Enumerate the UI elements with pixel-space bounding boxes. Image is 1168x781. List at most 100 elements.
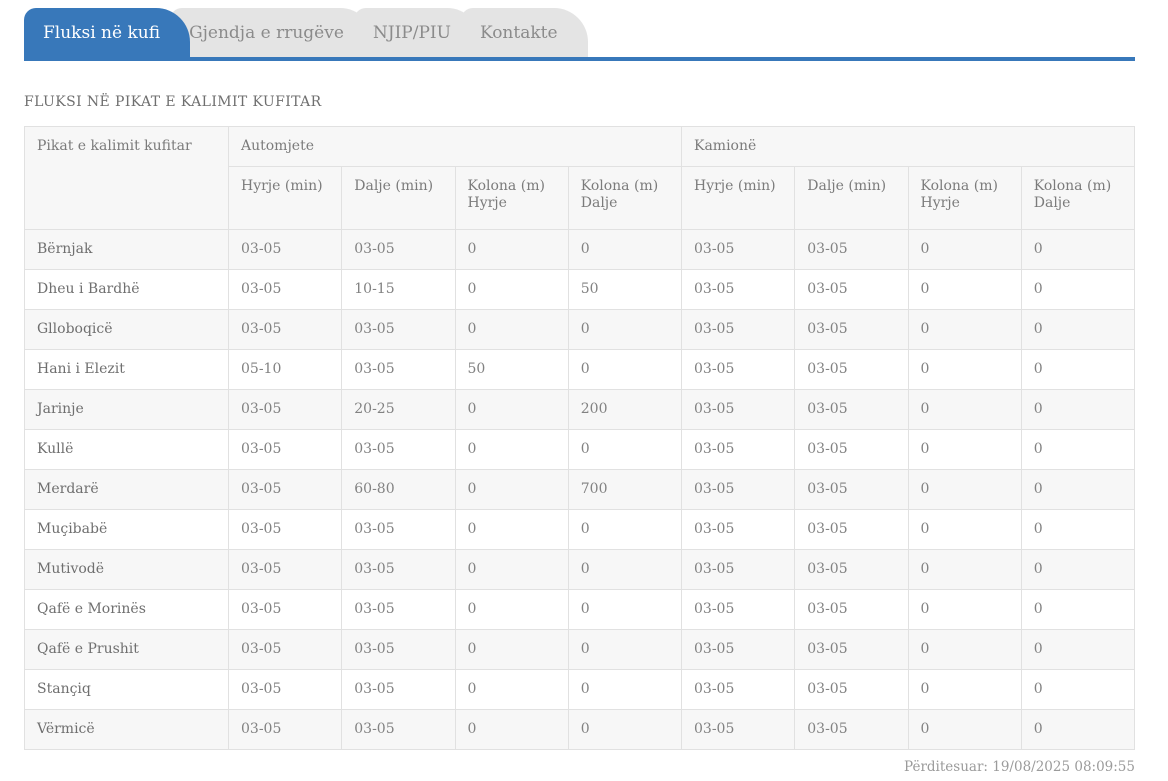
crossing-name: Glloboqicë bbox=[24, 309, 229, 350]
table-row: Stançiq 03-05 03-05 0 0 03-05 03-05 0 0 bbox=[24, 669, 1136, 710]
value-cell: 0 bbox=[1020, 229, 1136, 270]
value-cell: 0 bbox=[567, 229, 683, 270]
value-cell: 03-05 bbox=[680, 389, 796, 430]
subheader-automjete-kolona-hyrje: Kolona (m) Hyrje bbox=[454, 166, 569, 230]
value-cell: 03-05 bbox=[341, 509, 456, 550]
value-cell: 0 bbox=[1020, 509, 1136, 550]
value-cell: 0 bbox=[454, 469, 569, 510]
value-cell: 03-05 bbox=[341, 229, 456, 270]
value-cell: 03-05 bbox=[227, 469, 343, 510]
value-cell: 0 bbox=[1020, 589, 1136, 630]
value-cell: 200 bbox=[567, 389, 683, 430]
value-cell: 0 bbox=[907, 269, 1022, 310]
value-cell: 03-05 bbox=[227, 589, 343, 630]
value-cell: 10-15 bbox=[341, 269, 456, 310]
value-cell: 0 bbox=[567, 669, 683, 710]
tab-fluksi-ne-kufi[interactable]: Fluksi në kufi bbox=[24, 8, 191, 57]
page-title: FLUKSI NË PIKAT E KALIMIT KUFITAR bbox=[24, 94, 322, 110]
value-cell: 0 bbox=[907, 389, 1022, 430]
value-cell: 0 bbox=[1020, 549, 1136, 590]
crossing-name: Hani i Elezit bbox=[24, 349, 229, 390]
value-cell: 0 bbox=[454, 629, 569, 670]
group-header-automjete: Automjete bbox=[228, 126, 682, 167]
value-cell: 05-10 bbox=[227, 349, 343, 390]
value-cell: 0 bbox=[1020, 389, 1136, 430]
value-cell: 0 bbox=[1020, 309, 1136, 350]
value-cell: 0 bbox=[567, 549, 683, 590]
value-cell: 03-05 bbox=[680, 229, 796, 270]
value-cell: 0 bbox=[567, 589, 683, 630]
value-cell: 03-05 bbox=[227, 309, 343, 350]
value-cell: 0 bbox=[907, 549, 1022, 590]
value-cell: 0 bbox=[567, 429, 683, 470]
group-header-kamione: Kamionë bbox=[681, 126, 1135, 167]
value-cell: 03-05 bbox=[227, 509, 343, 550]
value-cell: 03-05 bbox=[341, 309, 456, 350]
subheader-automjete-hyrje-min: Hyrje (min) bbox=[227, 166, 343, 230]
value-cell: 50 bbox=[567, 269, 683, 310]
value-cell: 03-05 bbox=[794, 469, 909, 510]
value-cell: 0 bbox=[907, 669, 1022, 710]
value-cell: 0 bbox=[567, 309, 683, 350]
value-cell: 0 bbox=[907, 709, 1022, 750]
table-header: Pikat e kalimit kufitar Automjete Kamion… bbox=[24, 126, 1136, 230]
value-cell: 0 bbox=[454, 269, 569, 310]
value-cell: 03-05 bbox=[680, 349, 796, 390]
value-cell: 03-05 bbox=[680, 589, 796, 630]
value-cell: 03-05 bbox=[227, 269, 343, 310]
table-row: Dheu i Bardhë 03-05 10-15 0 50 03-05 03-05 0 0 bbox=[24, 269, 1136, 310]
value-cell: 50 bbox=[454, 349, 569, 390]
table-row: Vërmicë 03-05 03-05 0 0 03-05 03-05 0 0 bbox=[24, 709, 1136, 750]
value-cell: 0 bbox=[1020, 269, 1136, 310]
value-cell: 03-05 bbox=[794, 309, 909, 350]
subheader-kamione-kolona-dalje: Kolona (m) Dalje bbox=[1020, 166, 1136, 230]
value-cell: 0 bbox=[454, 709, 569, 750]
value-cell: 0 bbox=[454, 389, 569, 430]
subheader-kamione-hyrje-min: Hyrje (min) bbox=[680, 166, 796, 230]
value-cell: 03-05 bbox=[227, 389, 343, 430]
value-cell: 0 bbox=[907, 429, 1022, 470]
table-row: Jarinje 03-05 20-25 0 200 03-05 03-05 0 0 bbox=[24, 389, 1136, 430]
subheader-automjete-dalje-min: Dalje (min) bbox=[341, 166, 456, 230]
value-cell: 0 bbox=[454, 309, 569, 350]
crossing-name: Merdarë bbox=[24, 469, 229, 510]
value-cell: 03-05 bbox=[680, 469, 796, 510]
content-area: Fluksi në kufi Gjendja e rrugëve NJIP/PI… bbox=[24, 8, 1136, 775]
value-cell: 03-05 bbox=[227, 709, 343, 750]
table-row: Glloboqicë 03-05 03-05 0 0 03-05 03-05 0 0 bbox=[24, 309, 1136, 350]
crossing-name: Muçibabë bbox=[24, 509, 229, 550]
value-cell: 03-05 bbox=[794, 269, 909, 310]
value-cell: 03-05 bbox=[794, 669, 909, 710]
value-cell: 0 bbox=[1020, 349, 1136, 390]
value-cell: 0 bbox=[907, 509, 1022, 550]
last-updated-timestamp: Përditesuar: 19/08/2025 08:09:55 bbox=[904, 759, 1135, 775]
value-cell: 700 bbox=[567, 469, 683, 510]
value-cell: 03-05 bbox=[680, 669, 796, 710]
value-cell: 0 bbox=[907, 229, 1022, 270]
value-cell: 60-80 bbox=[341, 469, 456, 510]
value-cell: 03-05 bbox=[680, 429, 796, 470]
value-cell: 03-05 bbox=[680, 269, 796, 310]
value-cell: 03-05 bbox=[341, 709, 456, 750]
value-cell: 0 bbox=[567, 629, 683, 670]
tab-gjendja-e-rrugeve[interactable]: Gjendja e rrugëve bbox=[170, 8, 374, 57]
crossing-name: Mutivodë bbox=[24, 549, 229, 590]
value-cell: 03-05 bbox=[794, 709, 909, 750]
tab-bar: Fluksi në kufi Gjendja e rrugëve NJIP/PI… bbox=[24, 8, 1135, 57]
crossing-name: Qafë e Morinës bbox=[24, 589, 229, 630]
value-cell: 0 bbox=[1020, 669, 1136, 710]
value-cell: 0 bbox=[907, 469, 1022, 510]
value-cell: 03-05 bbox=[227, 229, 343, 270]
table-row: Kullë 03-05 03-05 0 0 03-05 03-05 0 0 bbox=[24, 429, 1136, 470]
subheader-kamione-kolona-hyrje: Kolona (m) Hyrje bbox=[907, 166, 1022, 230]
value-cell: 20-25 bbox=[341, 389, 456, 430]
value-cell: 03-05 bbox=[227, 629, 343, 670]
table-row: Hani i Elezit 05-10 03-05 50 0 03-05 03-05 0 0 bbox=[24, 349, 1136, 390]
value-cell: 03-05 bbox=[680, 309, 796, 350]
tab-underline bbox=[24, 57, 1135, 61]
value-cell: 03-05 bbox=[794, 229, 909, 270]
subheader-automjete-kolona-dalje: Kolona (m) Dalje bbox=[567, 166, 683, 230]
value-cell: 03-05 bbox=[794, 429, 909, 470]
table-row: Mutivodë 03-05 03-05 0 0 03-05 03-05 0 0 bbox=[24, 549, 1136, 590]
value-cell: 03-05 bbox=[794, 349, 909, 390]
